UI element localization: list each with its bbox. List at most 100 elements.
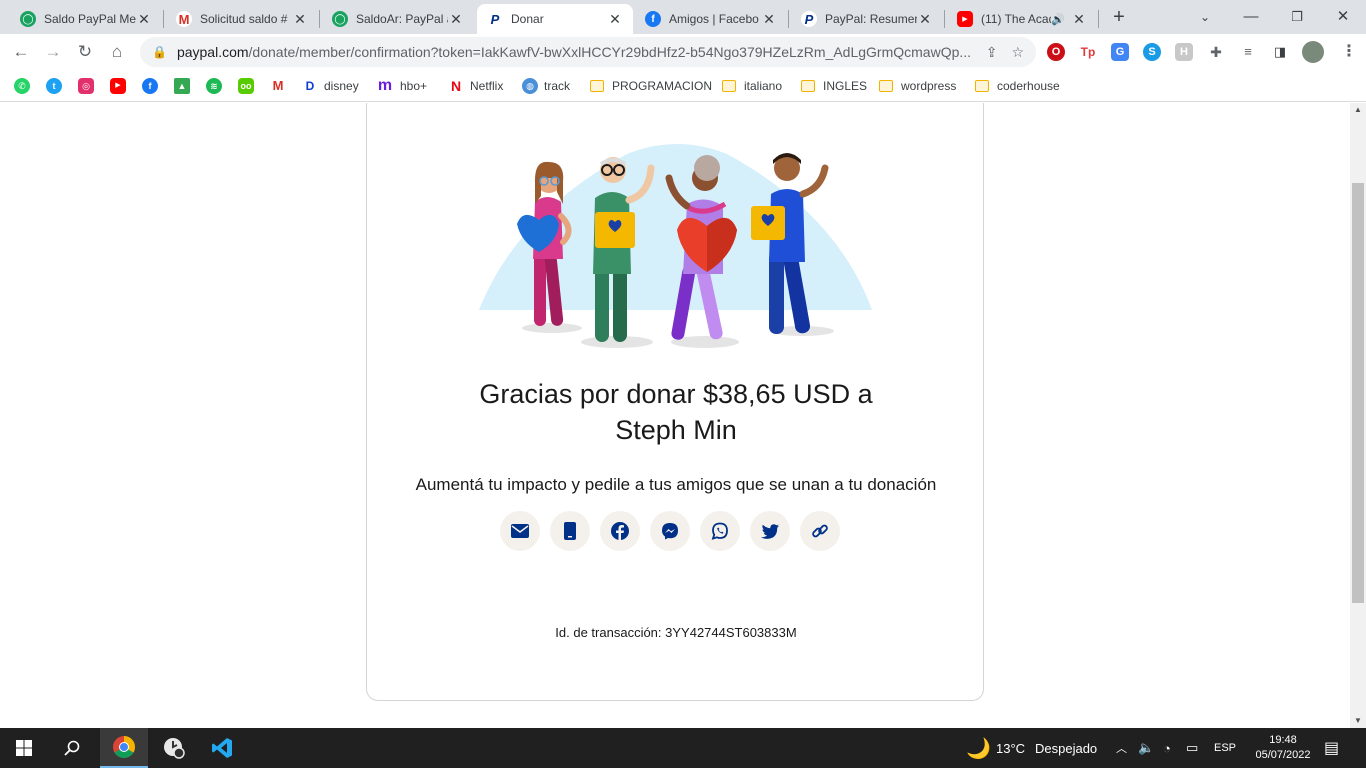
weather-temp[interactable]: 13°C [996,728,1025,768]
share-email-button[interactable] [500,511,540,551]
translate-extension-icon[interactable]: G [1111,43,1129,61]
tab-title: Solicitud saldo # [200,12,288,26]
bookmark-gmail[interactable]: M [270,76,292,96]
bookmark-spotify[interactable]: ≋ [206,76,228,96]
bookmark-label: INGLES [823,79,868,93]
menu-dots-icon[interactable]: ⋮ [1340,43,1358,61]
moon-weather-icon[interactable]: 🌙 [966,728,991,768]
bookmarks-bar: ✆ t ◎ ▶ f ▲ ≋ oo M Ddisney m hbo+ N Netfli… [0,70,1366,102]
bookmark-facebook[interactable]: f [142,76,164,96]
language-indicator[interactable]: ESP [1214,728,1236,768]
page-scrollbar[interactable]: ▲ ▼ [1350,103,1366,728]
minimize-button[interactable]: — [1238,6,1264,28]
chevron-up-icon[interactable]: ︿ [1116,728,1127,768]
bookmark-duolingo[interactable]: oo [238,76,260,96]
side-panel-icon[interactable]: ◨ [1271,43,1289,61]
bookmark-folder-wordpress[interactable]: wordpress [879,76,956,96]
close-icon[interactable]: ✕ [761,11,777,28]
media-queue-icon[interactable]: ≡ [1239,43,1257,61]
tab-saldoar[interactable]: ◯ SaldoAr: PayPal a ✕ [322,4,474,34]
close-icon[interactable]: ✕ [1071,11,1087,28]
wifi-icon[interactable]: ◔ [1163,728,1171,768]
tp-extension-icon[interactable]: Tp [1079,43,1097,61]
taskbar-app-2[interactable] [150,728,198,768]
share-whatsapp-button[interactable] [700,511,740,551]
forward-button[interactable]: → [40,39,66,65]
url-text[interactable]: paypal.com/donate/member/confirmation?to… [177,44,972,60]
messenger-icon [662,523,678,540]
back-button[interactable]: ← [8,39,34,65]
bookmark-label: coderhouse [997,79,1060,93]
tab-saldo-paypal[interactable]: ◯ Saldo PayPal Mer ✕ [10,4,162,34]
share-facebook-button[interactable] [600,511,640,551]
tab-donar[interactable]: P Donar ✕ [477,4,633,34]
whatsapp-icon [711,522,728,540]
bookmark-youtube[interactable]: ▶ [110,76,132,96]
tab-title: SaldoAr: PayPal a [356,12,448,26]
notifications-icon[interactable]: ▤ [1324,728,1339,768]
reload-button[interactable]: ↻ [72,39,98,65]
close-icon[interactable]: ✕ [448,11,464,28]
taskbar-vscode[interactable] [198,728,246,768]
gmail-icon: M [176,11,192,27]
tab-paypal-resumen[interactable]: P PayPal: Resumen ✕ [791,4,943,34]
tab-youtube[interactable]: ▶ (11) The Acad 🔊 ✕ [947,4,1097,34]
share-icon[interactable]: ⇪ [986,44,998,61]
tab-solicitud-saldo[interactable]: M Solicitud saldo # ✕ [166,4,318,34]
close-icon[interactable]: ✕ [917,11,933,28]
close-icon[interactable]: ✕ [292,11,308,28]
restore-button[interactable]: ❐ [1284,6,1310,28]
battery-icon[interactable]: ▭ [1186,728,1198,768]
shazam-extension-icon[interactable]: S [1143,43,1161,61]
profile-avatar[interactable] [1302,41,1324,63]
bookmark-drive[interactable]: ▲ [174,76,196,96]
home-button[interactable]: ⌂ [104,39,130,65]
share-twitter-button[interactable] [750,511,790,551]
start-button[interactable] [0,728,48,768]
bookmark-disney[interactable]: Ddisney [302,76,359,96]
volume-icon[interactable]: 🔈 [1138,728,1154,768]
bookmark-netflix[interactable]: N Netflix [448,76,503,96]
bookmark-hbo[interactable]: m hbo+ [376,76,427,96]
close-icon[interactable]: ✕ [607,11,623,28]
scrollbar-thumb[interactable] [1352,183,1364,603]
clock-app-icon [164,738,185,759]
share-messenger-button[interactable] [650,511,690,551]
search-button[interactable] [48,728,96,768]
new-tab-button[interactable]: + [1106,6,1132,28]
taskbar-chrome[interactable] [100,728,148,768]
bookmark-folder-ingles[interactable]: INGLES [801,76,867,96]
extensions-puzzle-icon[interactable]: ✚ [1207,43,1225,61]
facebook-icon: f [645,11,661,27]
bookmark-label: Netflix [470,79,504,93]
copy-link-button[interactable] [800,511,840,551]
bookmark-folder-italiano[interactable]: italiano [722,76,782,96]
scroll-down-arrow-icon[interactable]: ▼ [1350,714,1366,728]
youtube-icon: ▶ [957,11,973,27]
twitter-icon [761,523,779,539]
lock-icon[interactable]: 🔒 [152,45,167,59]
bookmark-track[interactable]: ◍ track [522,76,570,96]
grey-extension-icon[interactable]: H [1175,43,1193,61]
bookmark-folder-coderhouse[interactable]: coderhouse [975,76,1060,96]
tab-search-icon[interactable]: ⌄ [1192,6,1218,28]
weather-condition[interactable]: Despejado [1035,728,1097,768]
tab-title: Amigos | Facebo [669,12,759,26]
bookmark-instagram[interactable]: ◎ [78,76,100,96]
speaker-icon[interactable]: 🔊 [1051,13,1065,26]
close-window-button[interactable]: ✕ [1330,6,1356,28]
bookmark-folder-programacion[interactable]: PROGRAMACION [590,76,712,96]
address-bar[interactable]: 🔒 paypal.com/donate/member/confirmation?… [140,37,1036,67]
opera-extension-icon[interactable]: O [1047,43,1065,61]
bookmark-twitter[interactable]: t [46,76,68,96]
windows-taskbar: 🌙 13°C Despejado ︿ 🔈 ◔ ▭ ESP 19:48 05/07… [0,728,1366,768]
clock[interactable]: 19:48 05/07/2022 [1248,728,1318,768]
tab-amigos-facebook[interactable]: f Amigos | Facebo ✕ [635,4,787,34]
close-icon[interactable]: ✕ [136,11,152,28]
tab-title: PayPal: Resumen [825,12,917,26]
bookmark-star-icon[interactable]: ☆ [1011,44,1024,61]
bookmark-whatsapp[interactable]: ✆ [14,76,36,96]
confirmation-card: Gracias por donar $38,65 USD a Steph Min… [366,103,984,701]
scroll-up-arrow-icon[interactable]: ▲ [1350,103,1366,117]
share-sms-button[interactable] [550,511,590,551]
